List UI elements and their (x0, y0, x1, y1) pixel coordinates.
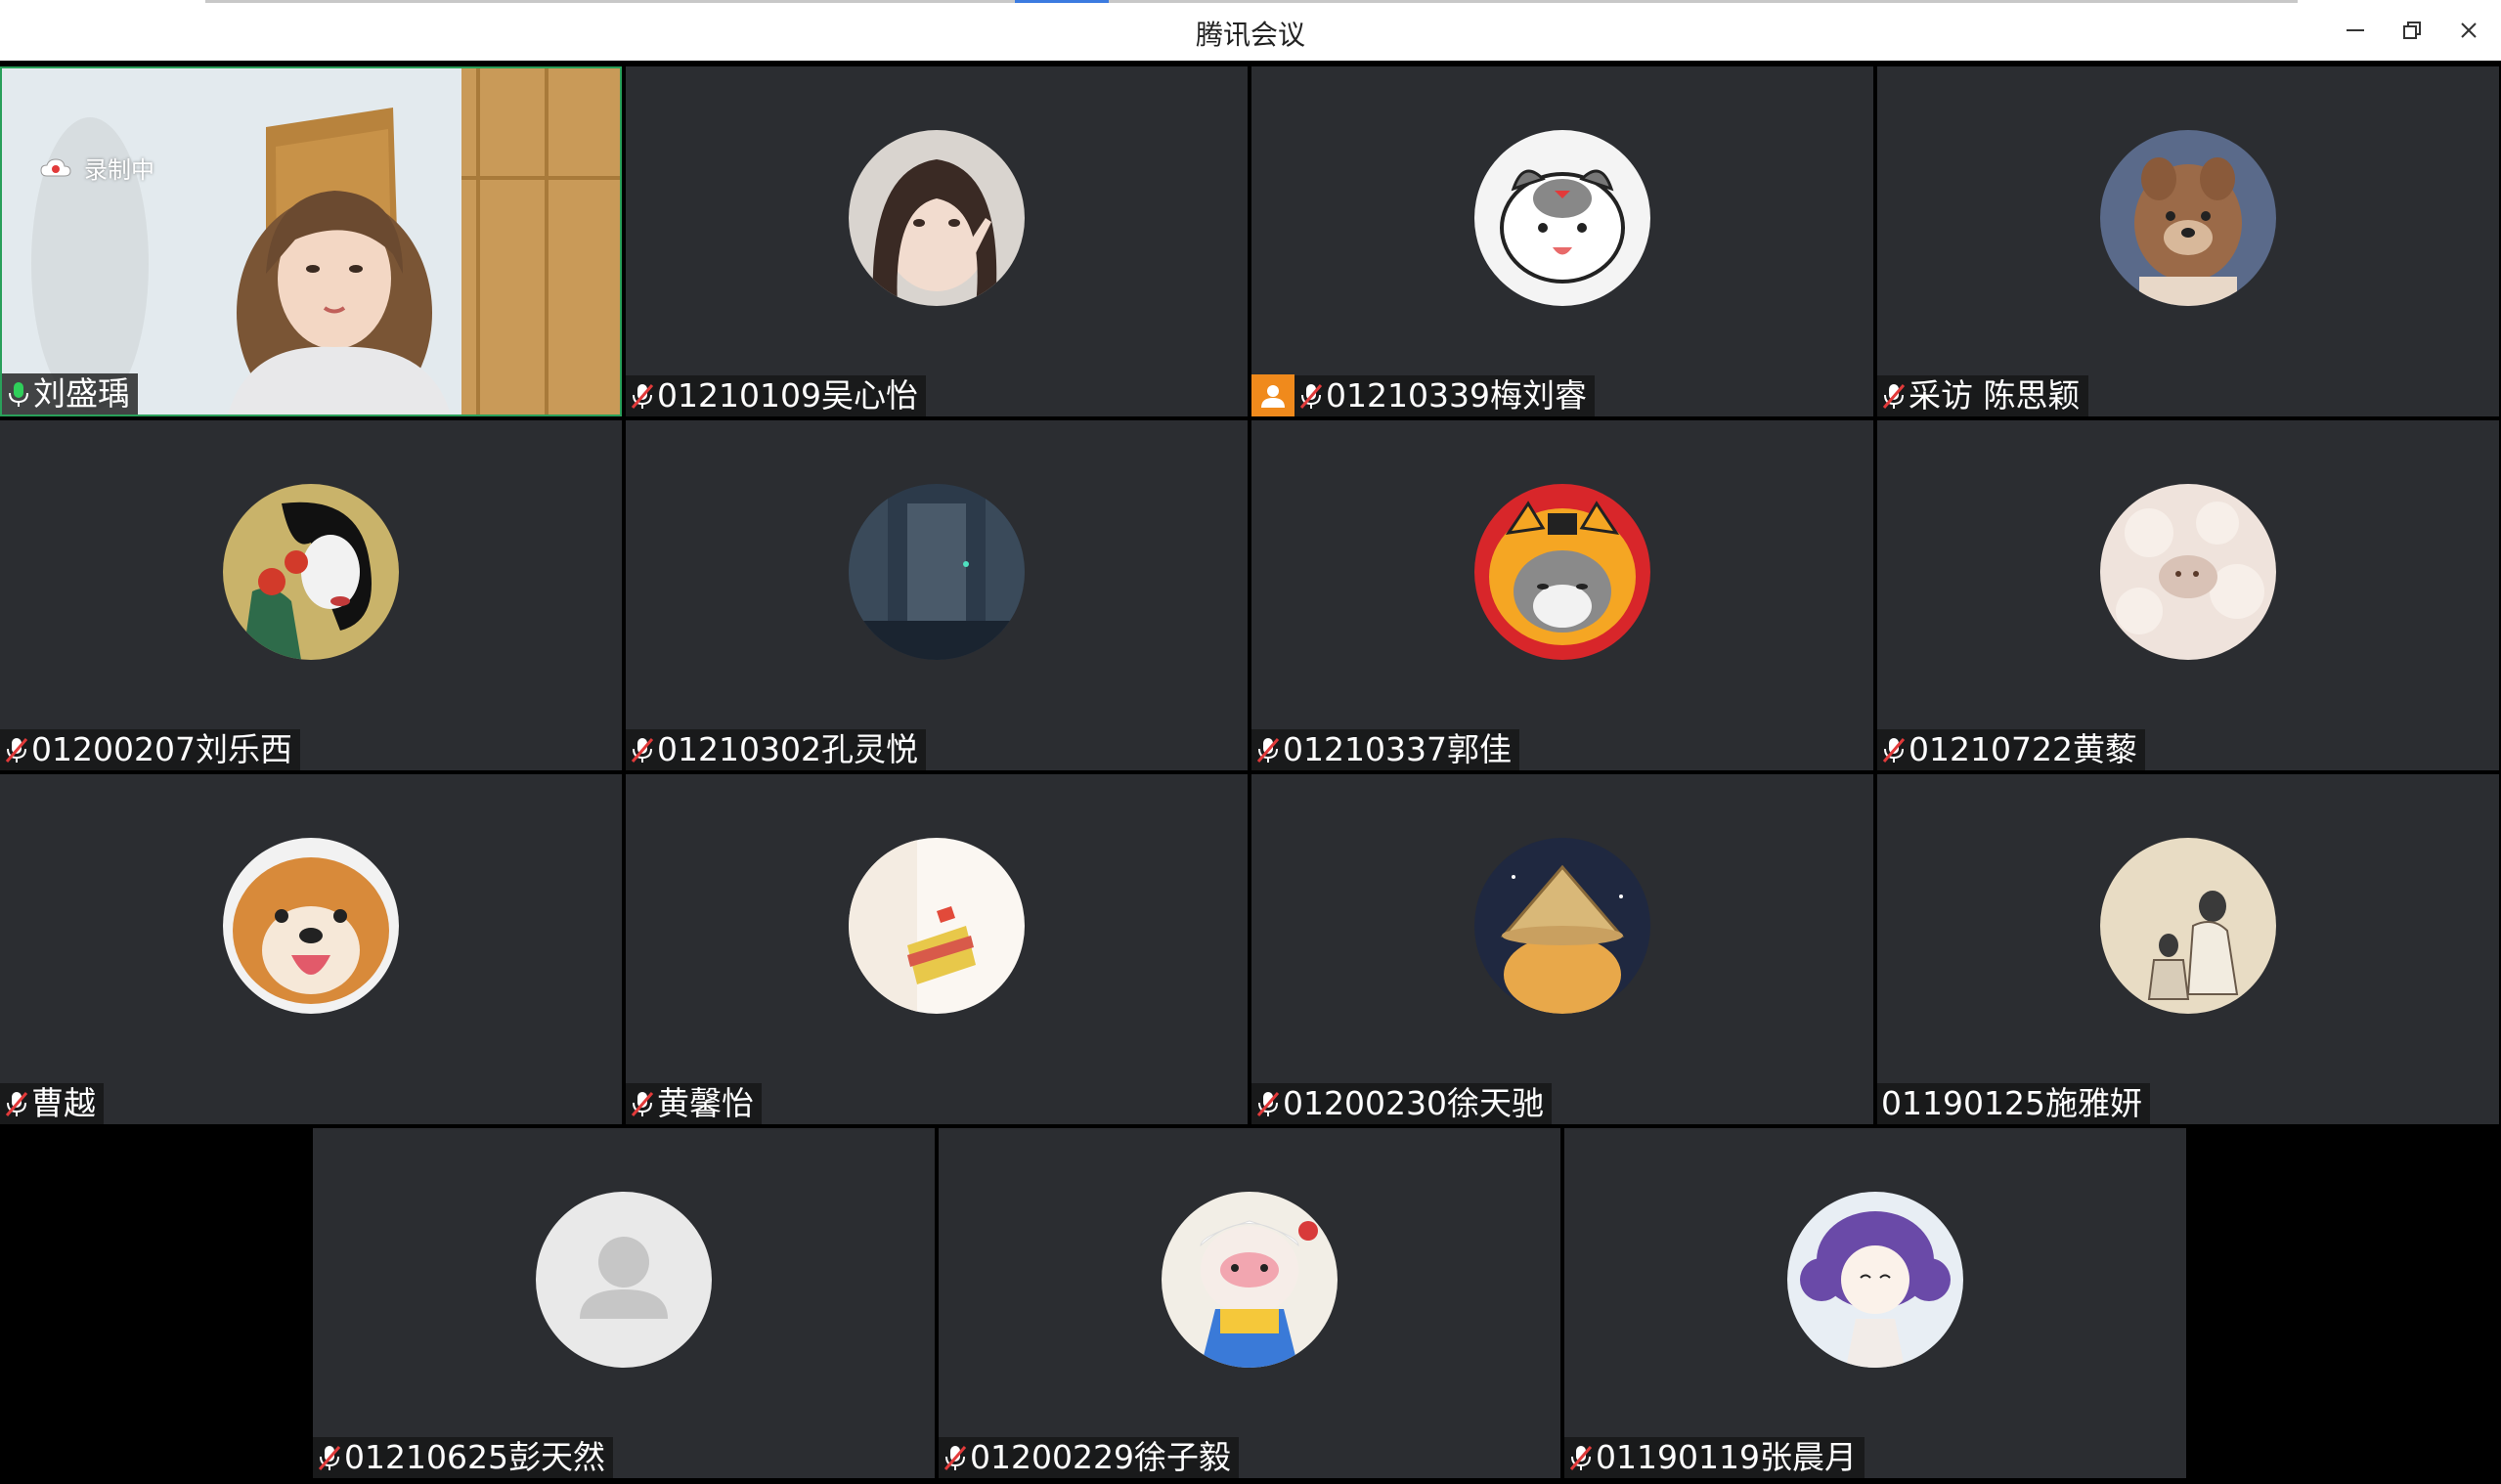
mic-muted-icon (1255, 1089, 1281, 1118)
video-tile-0[interactable]: 录制中 刘盛瑀 (0, 66, 622, 416)
participant-nameplate: 曹越 (0, 1083, 104, 1124)
tab-strip-line (205, 0, 2298, 3)
camera-feed (2, 68, 620, 415)
minimize-button[interactable] (2333, 8, 2378, 53)
mic-on-icon (6, 379, 31, 409)
video-tile-2[interactable]: 01210339梅刘睿 (1251, 66, 1873, 416)
video-tile-8[interactable]: 曹越 (0, 774, 622, 1124)
participant-nameplate: 01200230徐天驰 (1251, 1083, 1552, 1124)
mic-muted-icon (630, 1089, 655, 1118)
participant-nameplate: 01210625彭天然 (313, 1437, 613, 1478)
mic-muted-icon (1568, 1443, 1594, 1472)
participant-nameplate: 采访 陈思颖 (1877, 375, 2088, 416)
mic-muted-icon (317, 1443, 342, 1472)
participant-name: 刘盛瑀 (33, 374, 130, 413)
participant-name: 采访 陈思颖 (1909, 376, 2081, 415)
video-tile-7[interactable]: 01210722黄藜 (1877, 420, 2499, 770)
participant-name: 01200229徐子毅 (970, 1438, 1231, 1476)
participant-name: 01210625彭天然 (344, 1438, 605, 1476)
title-bar: 腾讯会议 (0, 0, 2501, 61)
mic-muted-icon (943, 1443, 968, 1472)
participant-avatar (1474, 838, 1650, 1014)
participant-avatar (2100, 130, 2276, 306)
mic-muted-icon (1881, 735, 1907, 764)
video-tile-13[interactable]: 01200229徐子毅 (939, 1128, 1560, 1478)
participant-avatar (1162, 1192, 1338, 1368)
participant-avatar (1787, 1192, 1963, 1368)
default-user-icon (536, 1192, 712, 1368)
video-tile-6[interactable]: 01210337郭佳 (1251, 420, 1873, 770)
participant-name: 01200230徐天驰 (1283, 1084, 1544, 1122)
participant-nameplate: 01200207刘乐西 (0, 729, 300, 770)
mic-muted-icon (1298, 381, 1324, 411)
video-tile-12[interactable]: 01210625彭天然 (313, 1128, 935, 1478)
participant-name: 01210339梅刘睿 (1326, 376, 1587, 415)
participant-nameplate: 01210722黄藜 (1877, 729, 2145, 770)
video-tile-1[interactable]: 01210109吴心怡 (626, 66, 1248, 416)
participant-name: 01190119张晨月 (1596, 1438, 1857, 1476)
participant-nameplate: 黄馨怡 (626, 1083, 762, 1124)
participant-avatar (536, 1192, 712, 1368)
participant-avatar (223, 838, 399, 1014)
tab-strip-active-line (1015, 0, 1109, 3)
participant-avatar (1474, 130, 1650, 306)
mic-muted-icon (1255, 735, 1281, 764)
participant-avatar (849, 130, 1025, 306)
restore-button[interactable] (2390, 8, 2435, 53)
video-tile-14[interactable]: 01190119张晨月 (1564, 1128, 2186, 1478)
mic-muted-icon (1881, 381, 1907, 411)
close-icon (2461, 22, 2477, 38)
participant-nameplate: 01190119张晨月 (1564, 1437, 1865, 1478)
mic-muted-icon (630, 735, 655, 764)
video-tile-11[interactable]: 01190125施雅妍 (1877, 774, 2499, 1124)
video-tile-5[interactable]: 01210302孔灵悦 (626, 420, 1248, 770)
window-title: 腾讯会议 (1195, 19, 1305, 51)
cloud-record-icon (40, 157, 71, 176)
participant-nameplate: 01210109吴心怡 (626, 375, 926, 416)
participant-name: 01210302孔灵悦 (657, 730, 918, 768)
video-tile-10[interactable]: 01200230徐天驰 (1251, 774, 1873, 1124)
participant-name: 01200207刘乐西 (31, 730, 292, 768)
recording-label: 录制中 (84, 156, 154, 184)
participant-nameplate: 01210337郭佳 (1251, 729, 1519, 770)
mic-muted-icon (4, 1089, 29, 1118)
participant-name: 曹越 (31, 1084, 96, 1122)
minimize-icon (2347, 29, 2364, 31)
video-tile-3[interactable]: 采访 陈思颖 (1877, 66, 2499, 416)
mic-muted-icon (4, 735, 29, 764)
participant-name: 01190125施雅妍 (1881, 1084, 2142, 1122)
participant-avatar (223, 484, 399, 660)
restore-icon (2403, 22, 2421, 39)
close-button[interactable] (2446, 8, 2491, 53)
person-icon (1251, 374, 1294, 416)
participant-nameplate: 01200229徐子毅 (939, 1437, 1239, 1478)
participant-avatar (2100, 838, 2276, 1014)
participant-name: 01210337郭佳 (1283, 730, 1512, 768)
participant-avatar (2100, 484, 2276, 660)
participant-nameplate: 01210302孔灵悦 (626, 729, 926, 770)
video-tile-4[interactable]: 01200207刘乐西 (0, 420, 622, 770)
participant-name: 黄馨怡 (657, 1084, 754, 1122)
participant-nameplate: 01210339梅刘睿 (1251, 374, 1595, 416)
video-tile-9[interactable]: 黄馨怡 (626, 774, 1248, 1124)
recording-indicator: 录制中 (39, 151, 154, 185)
participant-avatar (849, 838, 1025, 1014)
participant-name: 01210109吴心怡 (657, 376, 918, 415)
mic-muted-icon (630, 381, 655, 411)
participant-avatar (849, 484, 1025, 660)
participant-nameplate: 01190125施雅妍 (1877, 1083, 2150, 1124)
participant-nameplate: 刘盛瑀 (2, 373, 138, 415)
participant-avatar (1474, 484, 1650, 660)
participant-grid: 录制中 刘盛瑀 01210109吴心怡 01210339梅刘睿 采访 陈思颖 0… (0, 66, 2501, 1484)
participant-name: 01210722黄藜 (1909, 730, 2137, 768)
